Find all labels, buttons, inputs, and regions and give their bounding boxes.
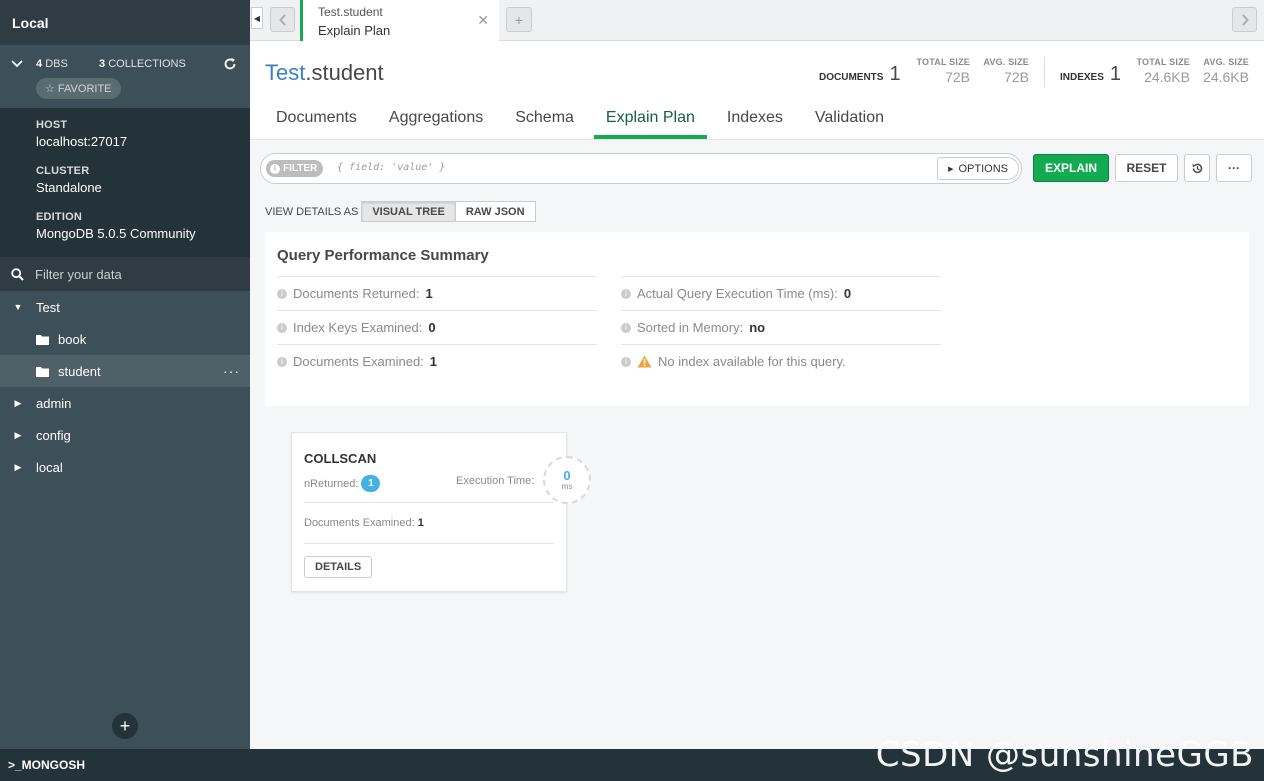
host-label: HOST <box>36 119 68 131</box>
sorted-in-memory-row: i Sorted in Memory: no <box>621 310 941 344</box>
chevron-right-icon <box>1241 13 1249 26</box>
history-icon <box>1192 163 1202 173</box>
indexes-stat: INDEXES 1 <box>1060 63 1122 85</box>
stats-divider <box>1044 57 1045 87</box>
edition-value: MongoDB 5.0.5 Community <box>36 226 196 241</box>
divider <box>304 543 554 544</box>
tab-bar: ◀ Test.student Explain Plan ✕ + <box>250 0 1264 41</box>
collection-subtabs: Documents Aggregations Schema Explain Pl… <box>264 99 904 139</box>
sidebar-collection-student[interactable]: student ··· <box>0 355 250 387</box>
summary-title: Query Performance Summary <box>277 247 489 264</box>
watermark: CSDN @sunshineGGB <box>875 735 1254 775</box>
documents-stat: DOCUMENTS 1 <box>819 63 901 85</box>
docs-examined: Documents Examined: 1 <box>304 517 424 529</box>
nreturned: nReturned: 1 <box>304 475 381 492</box>
tab-documents[interactable]: Documents <box>264 99 369 139</box>
cluster-label: CLUSTER <box>36 165 90 177</box>
dbs-count: 4 DBS <box>36 58 68 70</box>
collection-header: Test.student DOCUMENTS 1 TOTAL SIZE 72B AV… <box>250 41 1264 140</box>
instance-info: HOST localhost:27017 CLUSTER Standalone … <box>0 108 250 257</box>
raw-json-button[interactable]: RAW JSON <box>455 201 536 222</box>
explain-button[interactable]: EXPLAIN <box>1033 154 1109 182</box>
chevron-left-icon <box>278 13 286 26</box>
caret-right-icon: ▶ <box>14 397 22 408</box>
divider <box>304 502 554 503</box>
chevron-down-icon[interactable] <box>10 57 24 71</box>
instance-stats: 4 DBS 3 COLLECTIONS ☆ FAVORITE <box>0 45 250 108</box>
nreturned-badge: 1 <box>361 475 381 492</box>
sidebar-db-local[interactable]: ▶ local <box>0 451 250 483</box>
caret-right-icon: ▶ <box>14 461 22 472</box>
more-options-button[interactable]: ··· <box>1216 154 1252 182</box>
query-bar: i FILTER { field: 'value' } ▶ OPTIONS <box>260 153 1022 184</box>
total-size-stat: TOTAL SIZE 72B <box>916 57 970 85</box>
caret-right-icon: ▶ <box>948 165 954 173</box>
sidebar-db-admin[interactable]: ▶ admin <box>0 387 250 419</box>
execution-time-clock: 0 ms <box>543 456 591 504</box>
docs-returned-row: i Documents Returned: 1 <box>277 276 597 310</box>
index-avg-size-stat: AVG. SIZE 24.6KB <box>1203 57 1249 85</box>
add-database-button[interactable]: + <box>112 713 138 739</box>
sidebar-filter-input[interactable]: Filter your data <box>0 257 250 291</box>
info-icon[interactable]: i <box>277 356 287 367</box>
sidebar: Local 4 DBS 3 COLLECTIONS ☆ FAVORITE HOS… <box>0 0 250 749</box>
filter-input[interactable]: { field: 'value' } <box>337 162 445 173</box>
host-value: localhost:27017 <box>36 134 128 149</box>
info-icon[interactable]: i <box>621 288 631 299</box>
close-icon[interactable]: ✕ <box>477 12 489 29</box>
execution-time-label: Execution Time: <box>456 475 535 487</box>
filter-label: i FILTER <box>266 160 324 177</box>
connection-title[interactable]: Local <box>0 0 250 45</box>
tab-prev-button[interactable] <box>270 7 295 32</box>
new-tab-button[interactable]: + <box>506 7 532 32</box>
tab-next-button[interactable] <box>1232 7 1257 32</box>
tab-explain-plan[interactable]: Explain Plan <box>593 99 707 139</box>
namespace-title: Test.student <box>265 60 384 85</box>
edition-label: EDITION <box>36 211 83 223</box>
query-history-button[interactable] <box>1184 154 1210 182</box>
index-total-size-stat: TOTAL SIZE 24.6KB <box>1136 57 1190 85</box>
caret-down-icon: ▼ <box>13 302 23 312</box>
tab-validation[interactable]: Validation <box>803 99 896 139</box>
no-index-warning-row: i No index available for this query. <box>621 344 941 378</box>
docs-examined-row: i Documents Examined: 1 <box>277 344 597 378</box>
more-options-icon[interactable]: ··· <box>223 363 240 379</box>
workspace-tab[interactable]: Test.student Explain Plan ✕ <box>300 0 499 41</box>
visual-tree-button[interactable]: VISUAL TREE <box>361 201 456 222</box>
tab-schema[interactable]: Schema <box>503 99 586 139</box>
sidebar-db-config[interactable]: ▶ config <box>0 419 250 451</box>
details-button[interactable]: DETAILS <box>304 556 373 578</box>
tab-aggregations[interactable]: Aggregations <box>377 99 495 139</box>
info-icon[interactable]: i <box>277 322 287 333</box>
info-icon[interactable]: i <box>621 356 631 367</box>
favorite-button[interactable]: ☆ FAVORITE <box>36 78 121 99</box>
folder-icon <box>36 366 49 377</box>
main-panel: ◀ Test.student Explain Plan ✕ + Test.stu… <box>250 0 1264 749</box>
options-button[interactable]: ▶ OPTIONS <box>937 157 1019 180</box>
sidebar-collection-book[interactable]: book <box>0 323 250 355</box>
warning-icon <box>637 355 652 368</box>
folder-icon <box>36 334 49 345</box>
stage-name: COLLSCAN <box>304 451 377 466</box>
info-icon[interactable]: i <box>621 322 631 333</box>
avg-size-stat: AVG. SIZE 72B <box>983 57 1029 85</box>
cluster-value: Standalone <box>36 180 102 195</box>
collapse-sidebar-icon[interactable]: ◀ <box>251 7 263 29</box>
tab-indexes[interactable]: Indexes <box>715 99 795 139</box>
info-icon[interactable]: i <box>277 288 287 299</box>
stage-card-collscan: COLLSCAN nReturned: 1 Execution Time: 0 m… <box>291 432 591 592</box>
reset-button[interactable]: RESET <box>1115 154 1178 182</box>
refresh-icon[interactable] <box>223 57 237 71</box>
caret-right-icon: ▶ <box>14 429 22 440</box>
sidebar-db-test[interactable]: ▼ Test <box>0 291 250 323</box>
search-icon <box>11 267 24 281</box>
query-performance-summary: Query Performance Summary i Documents Ret… <box>265 232 1249 406</box>
exec-time-row: i Actual Query Execution Time (ms): 0 <box>621 276 941 310</box>
view-details-toggle: VIEW DETAILS AS VISUAL TREE RAW JSON <box>265 201 536 222</box>
collections-count: 3 COLLECTIONS <box>99 58 186 70</box>
info-icon: i <box>270 163 280 174</box>
index-keys-row: i Index Keys Examined: 0 <box>277 310 597 344</box>
